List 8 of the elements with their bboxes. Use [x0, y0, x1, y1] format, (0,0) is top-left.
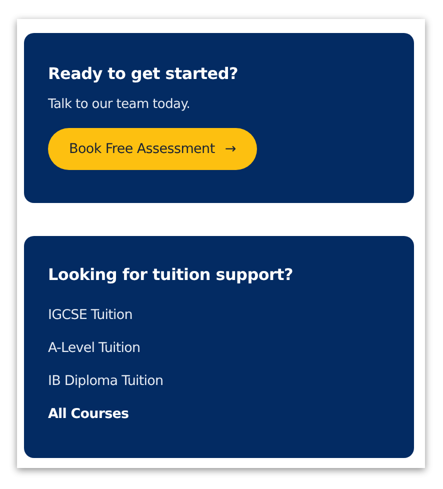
card-heading: Looking for tuition support? — [48, 265, 294, 284]
course-link[interactable]: A-Level Tuition — [48, 339, 140, 357]
book-assessment-button[interactable]: Book Free Assessment → — [48, 128, 257, 170]
all-courses-link[interactable]: All Courses — [48, 405, 129, 423]
course-link[interactable]: IB Diploma Tuition — [48, 372, 164, 390]
card-heading: Ready to get started? — [48, 64, 239, 83]
course-link[interactable]: IGCSE Tuition — [48, 306, 132, 324]
card-text: Talk to our team today. — [48, 97, 192, 112]
